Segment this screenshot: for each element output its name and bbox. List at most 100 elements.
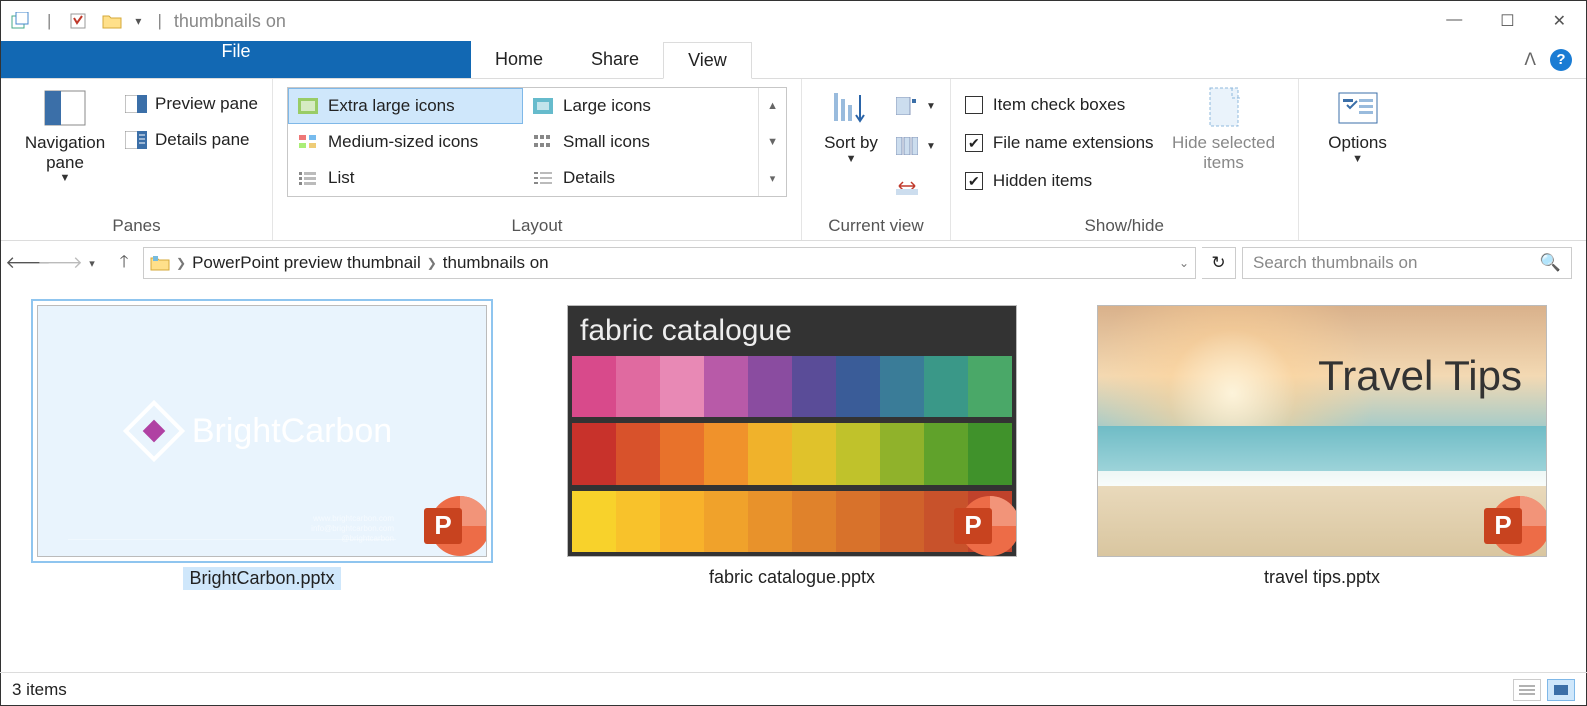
- layout-medium-icons[interactable]: Medium-sized icons: [288, 124, 523, 160]
- details-pane-label: Details pane: [155, 130, 250, 150]
- details-pane-button[interactable]: Details pane: [125, 123, 258, 157]
- extra-large-icons-icon: [298, 98, 318, 114]
- group-label: Layout: [287, 212, 787, 236]
- item-checkboxes-toggle[interactable]: Item check boxes: [965, 87, 1154, 123]
- folder-icon: [150, 255, 170, 271]
- file-thumbnail: fabric catalogue P: [567, 305, 1017, 557]
- tab-file[interactable]: File: [1, 41, 471, 78]
- logo-diamond-icon: [123, 400, 185, 462]
- close-button[interactable]: ✕: [1553, 11, 1566, 31]
- layout-list[interactable]: List: [288, 160, 523, 196]
- tab-share[interactable]: Share: [567, 41, 663, 78]
- group-by-button[interactable]: ▼: [896, 89, 936, 123]
- qat-dropdown-icon[interactable]: ▾: [135, 14, 141, 28]
- tab-home[interactable]: Home: [471, 41, 567, 78]
- details-icon: [533, 170, 553, 186]
- hide-selected-icon: [1203, 87, 1245, 129]
- group-options: Options ▼: [1299, 79, 1417, 240]
- search-box[interactable]: Search thumbnails on 🔍: [1242, 247, 1572, 279]
- group-label: Panes: [15, 212, 258, 236]
- separator: |: [157, 11, 161, 31]
- layout-expand[interactable]: ▾: [758, 160, 786, 196]
- group-current-view: Sort by ▼ ▼ ▼ Current view: [802, 79, 951, 240]
- maximize-button[interactable]: ☐: [1500, 11, 1514, 31]
- slide-title: BrightCarbon: [192, 412, 392, 451]
- group-label: Current view: [816, 212, 936, 236]
- ribbon-tabs: File Home Share View ᐱ ?: [1, 41, 1586, 79]
- hidden-items-toggle[interactable]: ✔Hidden items: [965, 163, 1154, 199]
- details-view-button[interactable]: [1513, 679, 1541, 701]
- search-placeholder: Search thumbnails on: [1253, 253, 1540, 273]
- file-name: travel tips.pptx: [1264, 567, 1380, 588]
- powerpoint-badge-icon: P: [950, 490, 1017, 557]
- preview-pane-icon: [125, 93, 147, 115]
- add-columns-button[interactable]: ▼: [896, 129, 936, 163]
- svg-text:P: P: [434, 510, 451, 540]
- group-panes: Navigation pane ▼ Preview pane Details p…: [1, 79, 273, 240]
- file-extensions-toggle[interactable]: ✔File name extensions: [965, 125, 1154, 161]
- titlebar: | ▾ | thumbnails on — ☐ ✕: [1, 1, 1586, 41]
- refresh-button[interactable]: ↻: [1202, 247, 1236, 279]
- preview-pane-label: Preview pane: [155, 94, 258, 114]
- options-label: Options: [1328, 133, 1387, 153]
- layout-small-icons[interactable]: Small icons: [523, 124, 758, 160]
- size-columns-button[interactable]: [896, 169, 936, 203]
- large-icons-icon: [533, 98, 553, 114]
- layout-details[interactable]: Details: [523, 160, 758, 196]
- medium-icons-icon: [298, 134, 318, 150]
- properties-icon[interactable]: [67, 10, 89, 32]
- breadcrumb-item[interactable]: PowerPoint preview thumbnail: [192, 253, 421, 273]
- file-list: BrightCarbon www.brightcarbon.cominfo@br…: [1, 285, 1586, 675]
- recent-locations-icon[interactable]: ▾: [79, 250, 105, 276]
- chevron-right-icon[interactable]: ❯: [427, 256, 437, 270]
- collapse-ribbon-icon[interactable]: ᐱ: [1524, 50, 1536, 70]
- preview-pane-button[interactable]: Preview pane: [125, 87, 258, 121]
- layout-scroll-up[interactable]: ▲: [758, 88, 786, 124]
- address-bar[interactable]: ❯ PowerPoint preview thumbnail ❯ thumbna…: [143, 247, 1196, 279]
- sort-by-button[interactable]: Sort by ▼: [816, 87, 886, 165]
- file-item[interactable]: fabric catalogue P fabric catalogue.pptx: [557, 305, 1027, 655]
- search-icon: 🔍: [1540, 253, 1561, 273]
- sort-icon: [830, 87, 872, 129]
- layout-extra-large-icons[interactable]: Extra large icons: [288, 88, 523, 124]
- group-layout: Extra large icons Large icons ▲ Medium-s…: [273, 79, 802, 240]
- file-name: fabric catalogue.pptx: [709, 567, 875, 588]
- up-button[interactable]: 🡑: [111, 250, 137, 276]
- breadcrumb-item[interactable]: thumbnails on: [443, 253, 549, 273]
- separator: |: [47, 11, 51, 31]
- folder-icon[interactable]: [101, 10, 123, 32]
- columns-icon: [896, 135, 918, 157]
- file-item[interactable]: BrightCarbon www.brightcarbon.cominfo@br…: [27, 305, 497, 655]
- quick-access-toolbar: | ▾ |: [9, 10, 166, 32]
- minimize-button[interactable]: —: [1446, 11, 1462, 31]
- chevron-down-icon: ▼: [846, 153, 857, 166]
- group-label: Show/hide: [965, 212, 1284, 236]
- thumbnails-view-button[interactable]: [1547, 679, 1575, 701]
- layout-large-icons[interactable]: Large icons: [523, 88, 758, 124]
- svg-text:P: P: [964, 510, 981, 540]
- tab-view[interactable]: View: [663, 42, 752, 79]
- layout-scroll-down[interactable]: ▼: [758, 124, 786, 160]
- options-button[interactable]: Options ▼: [1313, 87, 1403, 165]
- hide-selected-button[interactable]: Hide selected items: [1164, 87, 1284, 172]
- slide-title: Travel Tips: [1318, 352, 1522, 400]
- group-show-hide: Item check boxes ✔File name extensions ✔…: [951, 79, 1299, 240]
- navigation-bar: 🡐 🡒 ▾ 🡑 ❯ PowerPoint preview thumbnail ❯…: [1, 241, 1586, 285]
- forward-button[interactable]: 🡒: [47, 250, 73, 276]
- details-pane-icon: [125, 129, 147, 151]
- checkbox-checked-icon: ✔: [965, 134, 983, 152]
- svg-text:P: P: [1494, 510, 1511, 540]
- slide-title: fabric catalogue: [580, 314, 792, 348]
- chevron-down-icon: ▼: [60, 172, 71, 185]
- new-window-icon[interactable]: [9, 10, 31, 32]
- file-thumbnail: BrightCarbon www.brightcarbon.cominfo@br…: [37, 305, 487, 557]
- navigation-pane-button[interactable]: Navigation pane ▼: [15, 87, 115, 185]
- navigation-pane-label: Navigation pane: [15, 133, 115, 172]
- chevron-down-icon[interactable]: ⌄: [1179, 256, 1189, 270]
- chevron-right-icon[interactable]: ❯: [176, 256, 186, 270]
- help-icon[interactable]: ?: [1550, 49, 1572, 71]
- navigation-pane-icon: [44, 87, 86, 129]
- file-item[interactable]: Travel Tips P travel tips.pptx: [1087, 305, 1557, 655]
- chevron-down-icon: ▼: [926, 101, 936, 112]
- ribbon: Navigation pane ▼ Preview pane Details p…: [1, 79, 1586, 241]
